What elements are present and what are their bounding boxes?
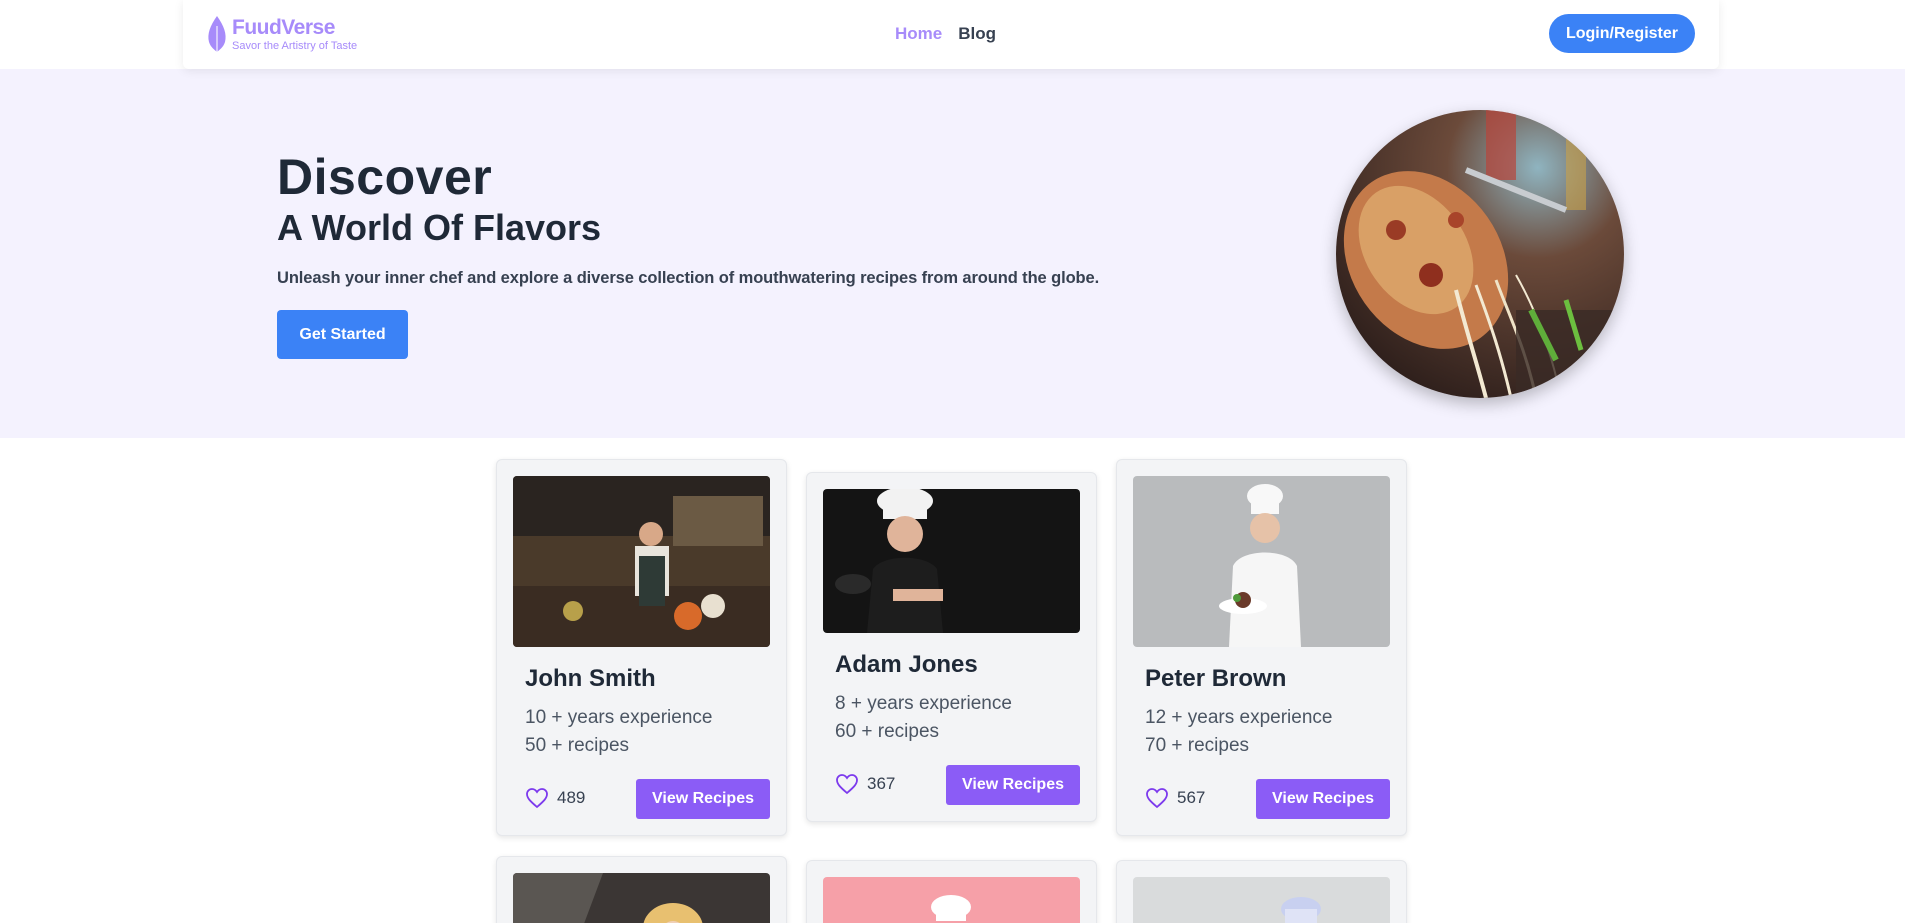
chef-photo [823,877,1080,923]
chef-name: Peter Brown [1145,665,1287,692]
chef-card-row2-2 [806,860,1097,923]
leaf-logo-icon [208,16,226,52]
chef-recipes-count: 60 + recipes [835,721,940,742]
brand-tagline: Savor the Artistry of Taste [232,39,358,52]
heart-icon[interactable] [525,787,549,809]
hero-title: Discover [277,149,493,205]
like-counter: 367 [835,773,895,795]
brand-name: FuudVerse [232,15,335,39]
like-count: 567 [1177,788,1206,807]
chef-photo [823,489,1080,633]
chef-experience: 12 + years experience [1145,707,1333,728]
nav-blog-link[interactable]: Blog [958,24,996,44]
chef-card-row2-3 [1116,860,1407,923]
chef-photo [513,873,770,923]
hero-description: Unleash your inner chef and explore a di… [277,269,1100,287]
chef-card-peter-brown: Peter Brown 12 + years experience 70 + r… [1116,459,1407,836]
like-counter: 489 [525,787,585,809]
chef-recipes-count: 50 + recipes [525,735,630,756]
logo[interactable]: FuudVerse Savor the Artistry of Taste [206,14,357,54]
chef-card-john-smith: John Smith 10 + years experience 50 + re… [496,459,787,836]
site-header: FuudVerse Savor the Artistry of Taste Ho… [183,0,1719,69]
main-nav: Home Blog [895,24,996,44]
chef-name: Adam Jones [835,651,978,678]
like-counter: 567 [1145,787,1205,809]
chef-photo [513,476,770,647]
chef-experience: 8 + years experience [835,693,1012,714]
heart-icon[interactable] [1145,787,1169,809]
chef-name: John Smith [525,665,656,692]
view-recipes-button[interactable]: View Recipes [946,765,1080,805]
chef-card-row2-1 [496,856,787,923]
chef-photo [1133,476,1390,647]
get-started-button[interactable]: Get Started [277,310,408,359]
login-register-button[interactable]: Login/Register [1549,14,1695,53]
chef-recipes-count: 70 + recipes [1145,735,1250,756]
like-count: 489 [557,788,586,807]
view-recipes-button[interactable]: View Recipes [636,779,770,819]
heart-icon[interactable] [835,773,859,795]
chef-experience: 10 + years experience [525,707,713,728]
view-recipes-button[interactable]: View Recipes [1256,779,1390,819]
like-count: 367 [867,774,896,793]
chef-card-adam-jones: Adam Jones 8 + years experience 60 + rec… [806,472,1097,822]
nav-home-link[interactable]: Home [895,24,942,44]
hero-section: Discover A World Of Flavors Unleash your… [0,69,1905,438]
hero-food-image [1336,110,1624,398]
hero-subtitle: A World Of Flavors [277,207,602,248]
chef-photo [1133,877,1390,923]
